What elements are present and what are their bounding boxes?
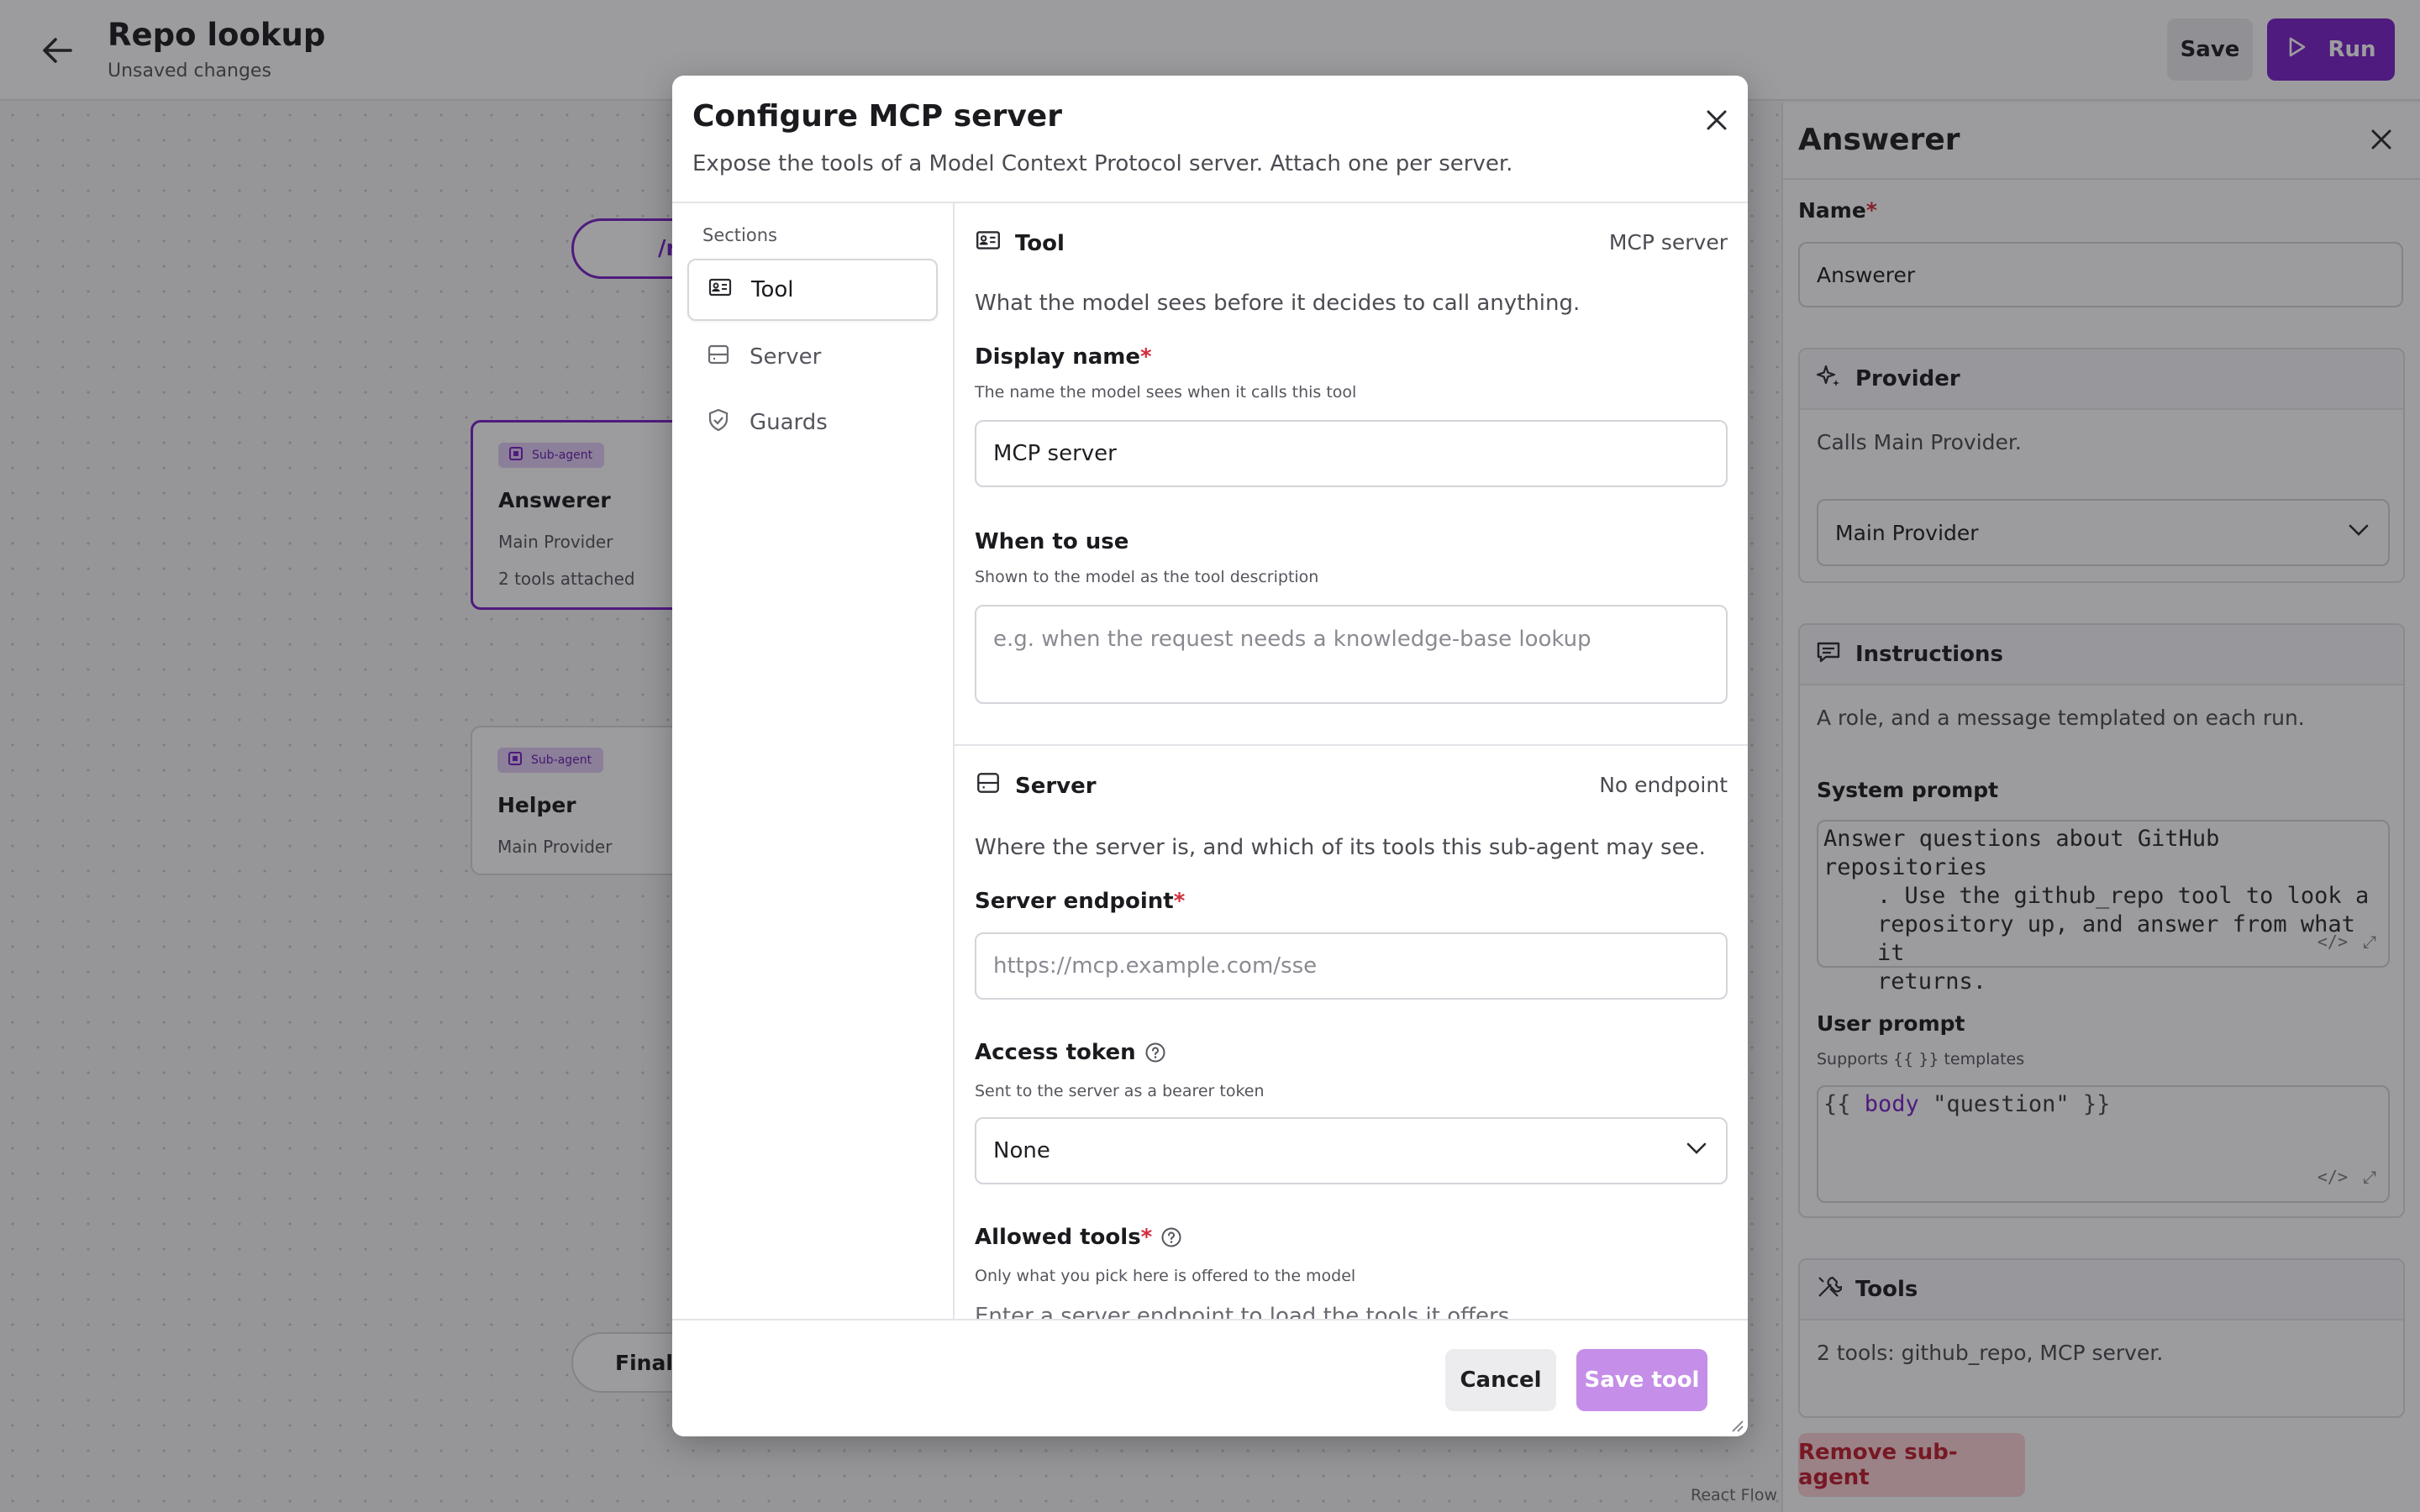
when-to-use-hint: Shown to the model as the tool descripti… <box>975 568 1319 586</box>
resize-handle-icon[interactable] <box>1728 1416 1744 1433</box>
server-endpoint-label: Server endpoint * <box>975 889 1186 914</box>
server-section-description: Where the server is, and which of its to… <box>975 835 1706 860</box>
server-icon <box>706 342 731 373</box>
tool-section-description: What the model sees before it decides to… <box>975 291 1581 316</box>
cancel-button[interactable]: Cancel <box>1445 1349 1556 1411</box>
section-nav-tool[interactable]: Tool <box>687 259 938 321</box>
when-to-use-label: When to use <box>975 529 1129 554</box>
section-nav-guards[interactable]: Guards <box>687 391 938 454</box>
tool-section-badge: MCP server <box>1608 230 1728 255</box>
access-token-hint: Sent to the server as a bearer token <box>975 1082 1265 1100</box>
server-icon <box>975 769 1002 802</box>
server-section-badge: No endpoint <box>1599 773 1728 797</box>
modal-title: Configure MCP server <box>692 99 1062 134</box>
sections-label: Sections <box>702 225 777 245</box>
id-card-icon <box>708 275 733 306</box>
shield-check-icon <box>706 407 731 438</box>
server-section-header: Server <box>975 769 1097 802</box>
access-token-select[interactable]: None <box>975 1117 1728 1184</box>
allowed-tools-hint: Only what you pick here is offered to th… <box>975 1267 1356 1285</box>
tool-section-header: Tool <box>975 227 1065 260</box>
section-nav-server[interactable]: Server <box>687 326 938 388</box>
help-icon[interactable] <box>1160 1226 1182 1248</box>
help-icon[interactable] <box>1144 1042 1166 1063</box>
close-icon[interactable] <box>1702 106 1731 134</box>
section-divider <box>955 744 1748 746</box>
modal-description: Expose the tools of a Model Context Prot… <box>692 151 1513 176</box>
allowed-tools-label: Allowed tools * <box>975 1225 1182 1250</box>
display-name-input[interactable]: MCP server <box>975 420 1728 487</box>
save-tool-button[interactable]: Save tool <box>1576 1349 1707 1411</box>
when-to-use-textarea[interactable]: e.g. when the request needs a knowledge-… <box>975 605 1728 704</box>
access-token-label: Access token <box>975 1040 1166 1065</box>
id-card-icon <box>975 227 1002 260</box>
modal-content-scroll[interactable]: Tool MCP server What the model sees befo… <box>955 203 1748 1319</box>
display-name-hint: The name the model sees when it calls th… <box>975 383 1357 402</box>
allowed-tools-empty: Enter a server endpoint to load the tool… <box>975 1304 1517 1319</box>
server-endpoint-input[interactable]: https://mcp.example.com/sse <box>975 932 1728 1000</box>
chevron-down-icon <box>1684 1136 1709 1167</box>
display-name-label: Display name * <box>975 344 1152 370</box>
